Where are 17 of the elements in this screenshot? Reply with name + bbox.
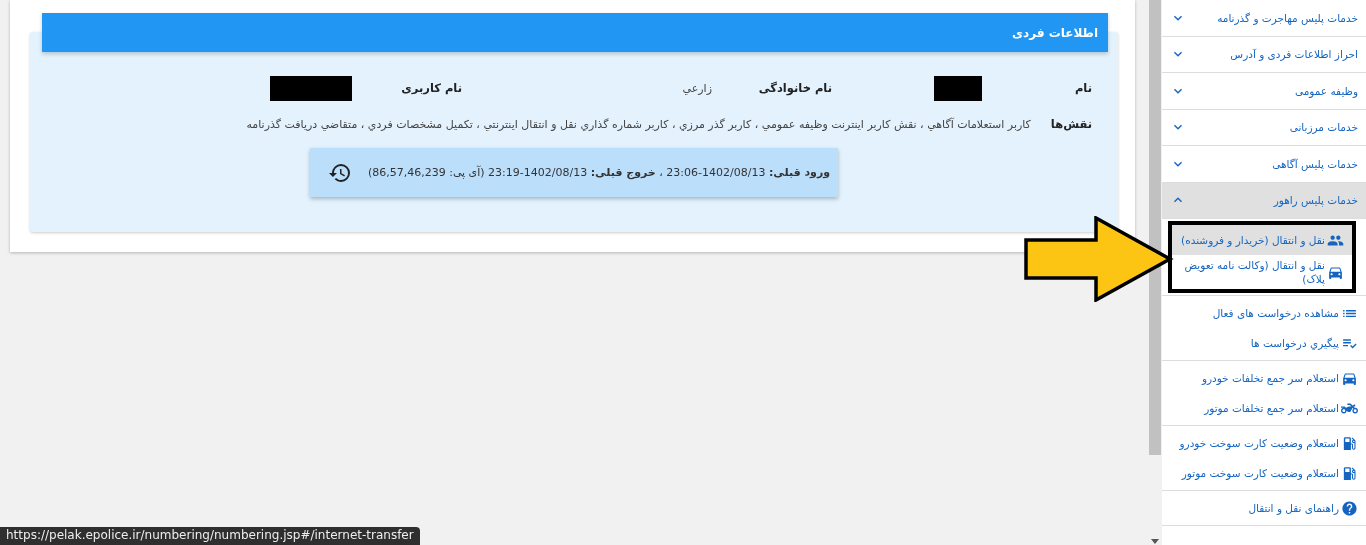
- scroll-down-icon[interactable]: [1150, 539, 1160, 545]
- fuel-pump-icon: [1341, 464, 1358, 482]
- field-value: زارعي: [681, 81, 712, 95]
- help-icon: [1341, 499, 1358, 517]
- field-label: نام خانوادگی: [757, 81, 832, 95]
- login-info-text: ورود قبلی: 1402/08/13-23:06 ، خروج قبلی: 1402/08/13-23:19 (آی پی: 86,57,46,239): [367, 166, 831, 179]
- menu-group[interactable]: خدمات پلیس راهور: [1162, 182, 1366, 219]
- menu-item[interactable]: نقل و انتقال (خریدار و فروشنده): [1172, 225, 1352, 255]
- panel-title: اطلاعات فردی: [42, 13, 1108, 52]
- field-label: نام: [1073, 81, 1092, 95]
- field-label: نقش‌ها: [1050, 117, 1092, 131]
- roles-text: کاربر استعلامات آگاهي ، نقش کاربر اينترنت وظيفه عمومي ، کاربر گذر مرزي ، کاربر شماره گذاري نقل و انتقال اينترنتي ، تکميل مشخصات فردي ، متقاضي دريافت گذرنامه: [246, 117, 1031, 131]
- fuel-pump-icon: [1341, 434, 1358, 452]
- redaction-block: [934, 75, 982, 101]
- scrollbar[interactable]: [1148, 0, 1162, 545]
- status-url: https://pelak.epolice.ir/numbering/numbering.jsp#/internet-transfer: [0, 527, 420, 545]
- field-label: نام کاربری: [400, 81, 462, 95]
